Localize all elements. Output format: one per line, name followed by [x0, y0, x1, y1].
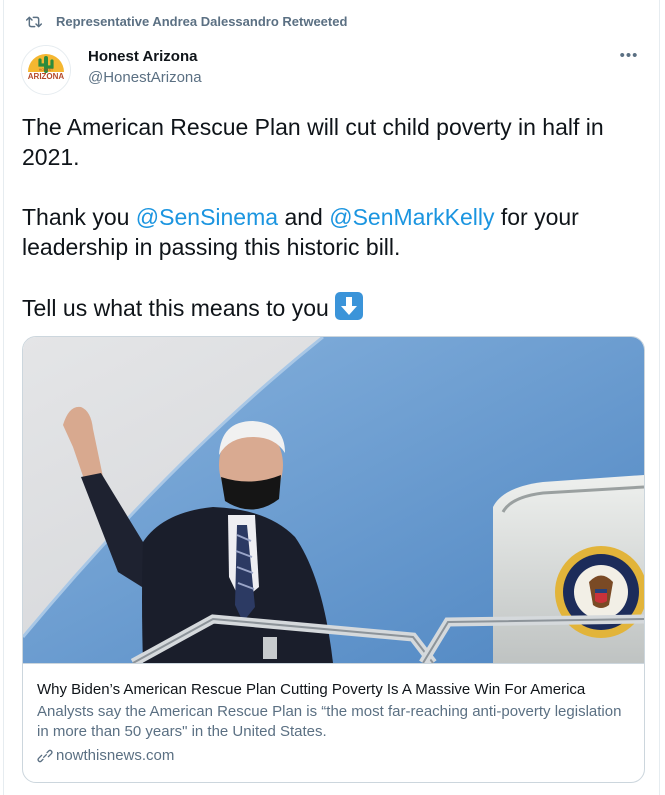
avatar[interactable]: HONEST ARIZONA [21, 45, 71, 95]
author-display-name[interactable]: Honest Arizona [88, 47, 202, 67]
retweet-icon [26, 16, 42, 27]
retweet-context: Representative Andrea Dalessandro Retwee… [26, 14, 347, 29]
tweet-text-segment: and [278, 204, 330, 230]
tweet-text: The American Rescue Plan will cut child … [22, 112, 642, 323]
tweet-paragraph-3: Tell us what this means to you [22, 292, 642, 323]
card-body: Why Biden’s American Rescue Plan Cutting… [23, 663, 644, 782]
tweet-text-segment: Tell us what this means to you [22, 295, 336, 321]
mention-link-senmarkkelly[interactable]: @SenMarkKelly [329, 204, 494, 230]
card-image [23, 337, 644, 663]
card-title[interactable]: Why Biden’s American Rescue Plan Cutting… [37, 680, 630, 700]
tweet-text-segment: Thank you [22, 204, 136, 230]
tweet-paragraph-1: The American Rescue Plan will cut child … [22, 114, 604, 170]
tweet[interactable]: Representative Andrea Dalessandro Retwee… [3, 0, 660, 795]
more-icon: ••• [619, 46, 639, 64]
card-domain-text: nowthisnews.com [56, 747, 175, 764]
more-options-button[interactable]: ••• [615, 44, 643, 66]
card-domain[interactable]: nowthisnews.com [37, 746, 630, 766]
svg-text:ARIZONA: ARIZONA [28, 72, 65, 81]
author-handle[interactable]: @HonestArizona [88, 68, 202, 88]
link-icon [37, 749, 53, 763]
retweet-label[interactable]: Representative Andrea Dalessandro Retwee… [56, 14, 347, 29]
link-card[interactable]: Why Biden’s American Rescue Plan Cutting… [22, 336, 645, 783]
down-arrow-emoji-icon [335, 292, 364, 320]
honest-arizona-logo: HONEST ARIZONA [22, 46, 70, 94]
mention-link-sensinema[interactable]: @SenSinema [136, 204, 278, 230]
author-block: Honest Arizona @HonestArizona [88, 47, 202, 88]
card-description: Analysts say the American Rescue Plan is… [37, 703, 622, 740]
tweet-paragraph-2: Thank you @SenSinema and @SenMarkKelly f… [22, 202, 642, 262]
